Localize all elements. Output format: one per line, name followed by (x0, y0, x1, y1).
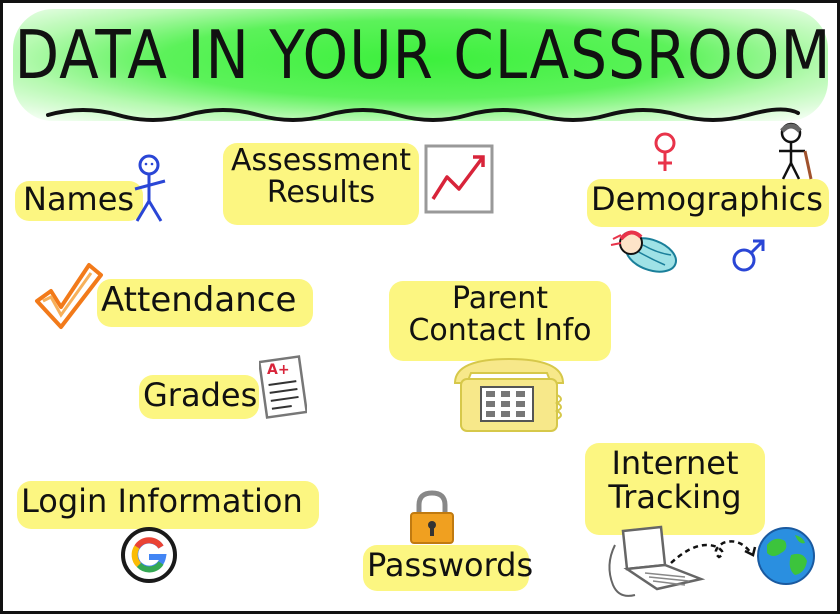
checkmark-icon (35, 263, 103, 329)
parent-line-1: Parent (451, 281, 549, 316)
infographic-canvas: DATA IN YOUR CLASSROOM Names Assessment … (0, 0, 840, 614)
graded-paper-icon: A+ (259, 355, 307, 419)
names-label: Names (23, 180, 135, 218)
attendance-label: Attendance (101, 280, 297, 320)
grade-mark: A+ (267, 362, 290, 378)
parent-contact-label: Parent Contact Info (391, 283, 609, 346)
assessment-line-2: Results (266, 174, 376, 210)
title-underline (46, 107, 800, 122)
stick-figure-icon (134, 154, 166, 222)
padlock-icon (410, 490, 454, 544)
elderly-person-icon (779, 122, 813, 180)
tracking-dashed-arrow (670, 540, 757, 564)
internet-line-2: Tracking (608, 477, 742, 516)
internet-tracking-label: Internet Tracking (585, 444, 765, 516)
assessment-label: Assessment Results (225, 145, 417, 208)
globe-icon (757, 527, 815, 585)
page-title: DATA IN YOUR CLASSROOM (14, 15, 832, 95)
demographics-label: Demographics (591, 180, 823, 218)
telephone-icon (453, 357, 565, 432)
female-symbol-icon (654, 132, 676, 171)
grades-label: Grades (143, 376, 258, 414)
parent-line-2: Contact Info (408, 312, 592, 348)
assessment-line-1: Assessment (231, 143, 411, 178)
login-label: Login Information (21, 482, 303, 520)
baby-icon (610, 230, 677, 273)
google-logo-icon (121, 527, 177, 583)
internet-line-1: Internet (611, 444, 739, 482)
male-symbol-icon (732, 239, 765, 272)
line-chart-icon (424, 144, 494, 214)
passwords-label: Passwords (367, 546, 534, 584)
